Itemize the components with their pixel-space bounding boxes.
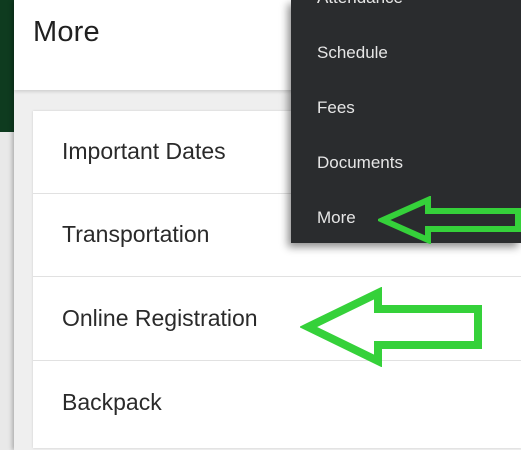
menu-item-label: Important Dates	[62, 138, 226, 164]
left-arrow-icon	[378, 196, 521, 244]
dropdown-item-more[interactable]: More	[317, 208, 356, 228]
left-arrow-icon	[300, 287, 482, 367]
menu-item-label: Backpack	[62, 389, 162, 415]
dropdown-item-schedule[interactable]: Schedule	[317, 43, 388, 63]
menu-item-label: Online Registration	[62, 305, 258, 331]
menu-item-backpack[interactable]: Backpack	[33, 362, 521, 445]
dropdown-item-attendance[interactable]: Attendance	[317, 0, 403, 8]
page-title: More	[33, 16, 100, 48]
dropdown-item-fees[interactable]: Fees	[317, 98, 355, 118]
dropdown-item-documents[interactable]: Documents	[317, 153, 403, 173]
menu-item-label: Transportation	[62, 221, 210, 247]
